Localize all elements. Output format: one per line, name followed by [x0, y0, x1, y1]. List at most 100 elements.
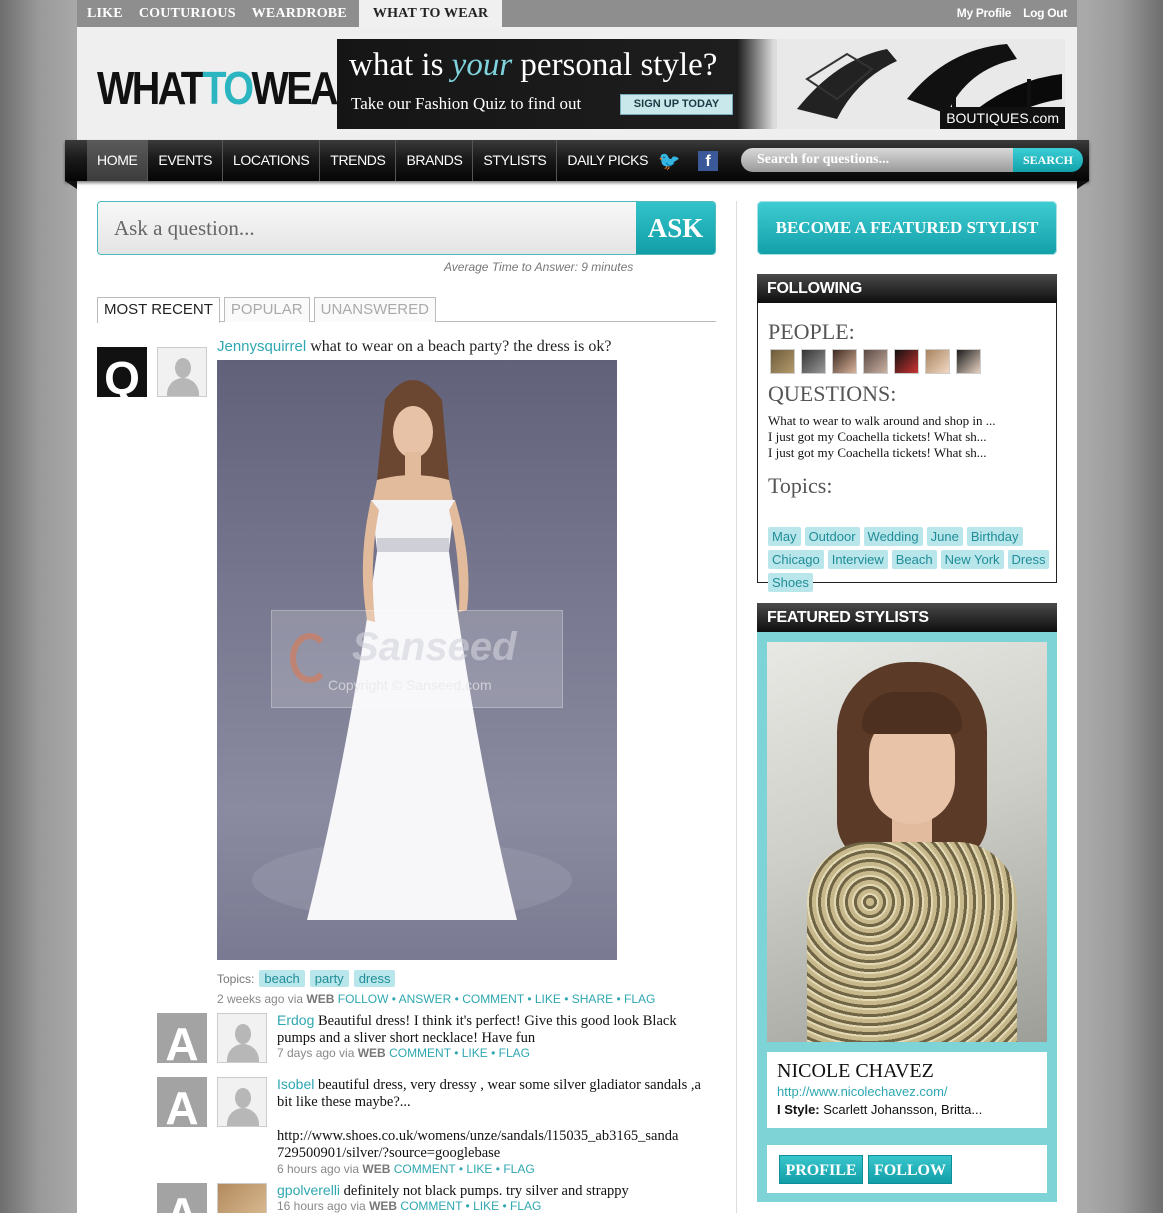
question-photo[interactable]: Sanseed Copyright © Sanseed.com [217, 360, 617, 960]
topic-tag[interactable]: Birthday [966, 527, 1023, 546]
like-link[interactable]: LIKE [466, 1162, 492, 1176]
person-thumbnail[interactable] [801, 349, 826, 374]
ask-question-input[interactable]: Ask a question... [114, 216, 255, 241]
followed-question-link[interactable]: I just got my Coachella tickets! What sh… [768, 445, 995, 461]
flag-link[interactable]: FLAG [503, 1162, 534, 1176]
comment-link[interactable]: COMMENT [389, 1046, 451, 1060]
share-link[interactable]: SHARE [572, 992, 613, 1006]
avatar[interactable] [217, 1183, 267, 1213]
topic-tag[interactable]: party [309, 970, 349, 987]
topic-tag[interactable]: New York [940, 550, 1004, 569]
account-links: My Profile Log Out [957, 0, 1068, 27]
followed-question-link[interactable]: I just got my Coachella tickets! What sh… [768, 429, 995, 445]
answer-icon: A [157, 1183, 207, 1213]
watermark: Sanseed Copyright © Sanseed.com [271, 610, 563, 708]
nav-locations[interactable]: LOCATIONS [223, 140, 321, 181]
comment-link[interactable]: COMMENT [400, 1199, 462, 1213]
logo-to: TO [202, 62, 254, 114]
nav-daily-picks[interactable]: DAILY PICKS [557, 140, 658, 181]
topic-tag[interactable]: Dress [1007, 550, 1050, 569]
person-thumbnail[interactable] [956, 349, 981, 374]
answer-author[interactable]: Isobel [277, 1076, 314, 1092]
tab-most-recent[interactable]: MOST RECENT [97, 297, 220, 323]
flag-link[interactable]: FLAG [510, 1199, 541, 1213]
flag-link[interactable]: FLAG [499, 1046, 530, 1060]
banner-ad[interactable]: what is your personal style? Take our Fa… [337, 39, 1065, 129]
question-author[interactable]: Jennysquirrel [217, 338, 306, 355]
header: WHATTOWEAR what is your personal style? … [77, 27, 1077, 140]
nav-ribbon-fold-left [65, 181, 77, 189]
nav-trends[interactable]: TRENDS [320, 140, 397, 181]
like-link[interactable]: LIKE [473, 1199, 499, 1213]
flag-link[interactable]: FLAG [624, 992, 655, 1006]
topics-label: Topics: [768, 473, 833, 498]
nav-events[interactable]: EVENTS [148, 140, 224, 181]
question-text[interactable]: what to wear on a beach party? the dress… [306, 338, 611, 355]
network-sites: LIKE COUTURIOUS WEARDROBE WHAT TO WEAR [77, 0, 503, 27]
average-answer-time: Average Time to Answer: 9 minutes [444, 260, 634, 274]
person-thumbnail[interactable] [925, 349, 950, 374]
twitter-icon[interactable]: 🐦 [658, 152, 680, 170]
profile-button[interactable]: PROFILE [779, 1155, 863, 1184]
network-link-couturious[interactable]: COUTURIOUS [129, 0, 242, 27]
site-logo[interactable]: WHATTOWEAR [97, 61, 365, 115]
topic-tag[interactable]: dress [353, 970, 396, 987]
search-button[interactable]: SEARCH [1013, 148, 1083, 172]
page: WHATTOWEAR what is your personal style? … [65, 27, 1089, 1213]
topic-tag[interactable]: Interview [827, 550, 888, 569]
follow-button[interactable]: FOLLOW [868, 1155, 952, 1184]
answer-author[interactable]: gpolverelli [277, 1182, 340, 1198]
like-link[interactable]: LIKE [462, 1046, 488, 1060]
network-link-what-to-wear[interactable]: WHAT TO WEAR [358, 0, 503, 27]
topic-tag[interactable]: Outdoor [804, 527, 860, 546]
stylist-photo[interactable] [767, 642, 1047, 1042]
answer-link[interactable]: http://www.shoes.co.uk/womens/unze/sanda… [277, 1128, 717, 1162]
nav-brands[interactable]: BRANDS [396, 140, 474, 181]
featured-stylist-panel: NICOLE CHAVEZ http://www.nicolechavez.co… [757, 632, 1057, 1202]
nav-ribbon-fold-right [1077, 181, 1089, 189]
person-thumbnail[interactable] [832, 349, 857, 374]
logo-what: WHAT [97, 62, 205, 114]
follow-link[interactable]: FOLLOW [338, 992, 389, 1006]
topic-tag[interactable]: Beach [891, 550, 937, 569]
topic-tag[interactable]: June [926, 527, 963, 546]
log-out-link[interactable]: Log Out [1023, 0, 1067, 27]
ask-button[interactable]: ASK [636, 202, 715, 254]
topic-tag[interactable]: Chicago [768, 550, 824, 569]
answer-author[interactable]: Erdog [277, 1012, 314, 1028]
network-link-like[interactable]: LIKE [77, 0, 129, 27]
tab-unanswered[interactable]: UNANSWERED [313, 297, 436, 322]
my-profile-link[interactable]: My Profile [957, 0, 1012, 27]
person-thumbnail[interactable] [770, 349, 795, 374]
topic-tag[interactable]: Shoes [768, 573, 813, 592]
topic-tag[interactable]: beach [259, 970, 305, 987]
nav-search: Search for questions... SEARCH [741, 148, 1083, 172]
main-nav: HOME EVENTS LOCATIONS TRENDS BRANDS STYL… [65, 140, 1089, 189]
avatar[interactable] [157, 347, 207, 397]
followed-questions: What to wear to walk around and shop in … [768, 413, 995, 461]
facebook-icon[interactable]: f [698, 150, 719, 171]
people-list [770, 349, 981, 374]
topic-tag[interactable]: May [768, 527, 801, 546]
network-link-weardrobe[interactable]: WEARDROBE [242, 0, 353, 27]
nav-stylists[interactable]: STYLISTS [473, 140, 558, 181]
followed-question-link[interactable]: What to wear to walk around and shop in … [768, 413, 995, 429]
person-thumbnail[interactable] [894, 349, 919, 374]
stylist-i-style: I Style: Scarlett Johansson, Britta... [777, 1102, 983, 1117]
answer-link[interactable]: ANSWER [399, 992, 452, 1006]
sign-up-button[interactable]: SIGN UP TODAY [620, 94, 733, 115]
nav-home[interactable]: HOME [87, 140, 149, 181]
like-link[interactable]: LIKE [535, 992, 561, 1006]
person-thumbnail[interactable] [863, 349, 888, 374]
avatar[interactable] [217, 1013, 267, 1063]
comment-link[interactable]: COMMENT [462, 992, 524, 1006]
tab-popular[interactable]: POPULAR [223, 297, 310, 322]
search-input[interactable]: Search for questions... [741, 148, 1013, 172]
answer-text: gpolverelli definitely not black pumps. … [277, 1182, 629, 1199]
stylist-url[interactable]: http://www.nicolechavez.com/ [777, 1084, 948, 1099]
topic-tag[interactable]: Wedding [863, 527, 923, 546]
avatar[interactable] [217, 1077, 267, 1127]
become-featured-stylist-button[interactable]: BECOME A FEATURED STYLIST [757, 201, 1057, 255]
comment-link[interactable]: COMMENT [394, 1162, 456, 1176]
answer-meta: 6 hours ago via WEB COMMENT • LIKE • FLA… [277, 1162, 535, 1176]
